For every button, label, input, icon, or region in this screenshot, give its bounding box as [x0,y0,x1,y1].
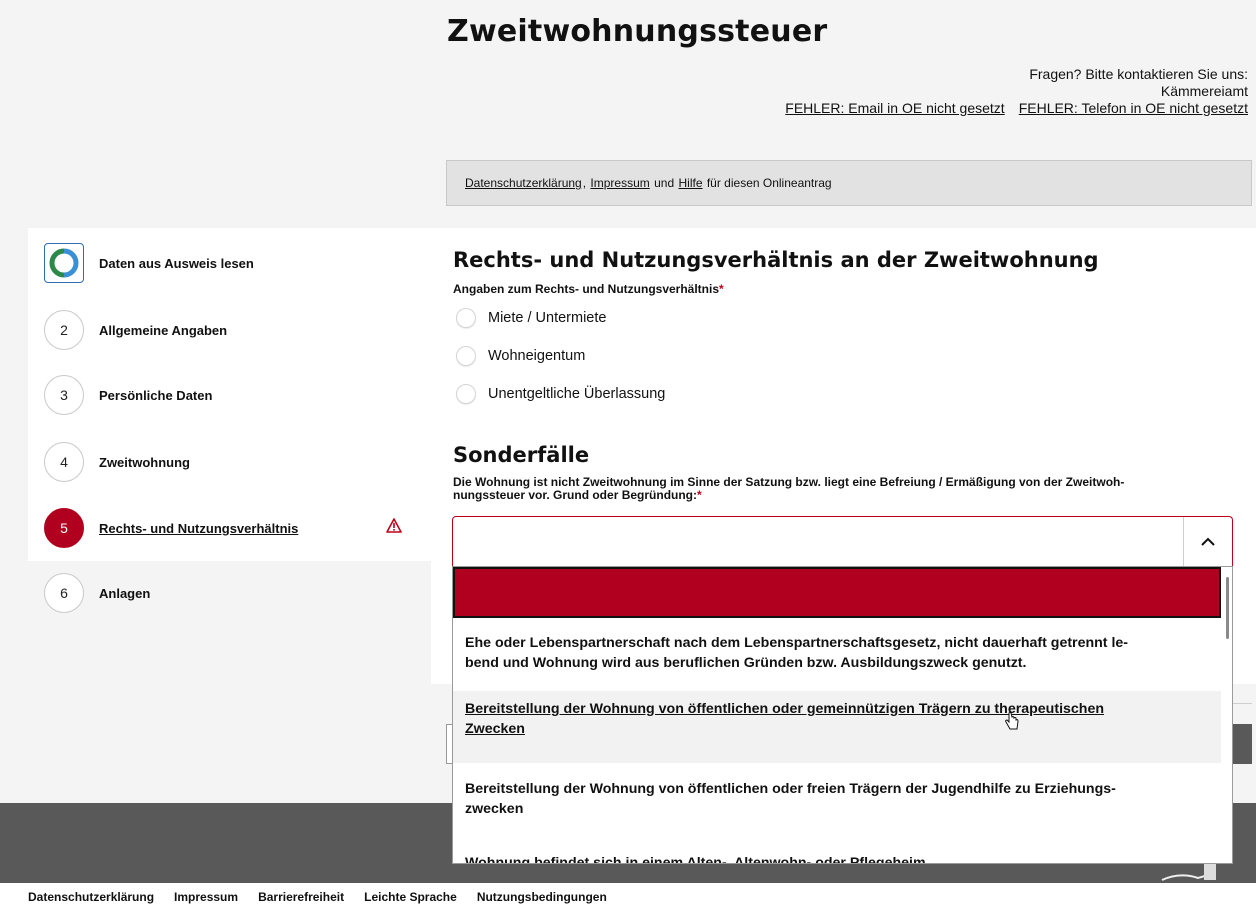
option-line: bend und Wohnung wird aus beruflichen Gr… [465,655,1027,671]
step-legal-relationship[interactable]: 5 Rechts- und Nutzungsverhältnis [44,508,414,548]
footer-link-imprint[interactable]: Impressum [174,890,238,904]
privacy-link[interactable]: Datenschutzerklärung [465,176,582,190]
step-label: Zweitwohnung [99,454,190,470]
footer-link-easy-language[interactable]: Leichte Sprache [364,890,457,904]
footer-links: Datenschutzerklärung Impressum Barrieref… [0,883,1256,910]
eid-logo-icon [44,243,84,283]
step-label: Persönliche Daten [99,387,213,403]
help-link[interactable]: Hilfe [678,176,702,190]
radio-circle[interactable] [456,308,476,328]
footer-link-accessibility[interactable]: Barrierefreiheit [258,890,344,904]
step-number: 3 [44,375,84,415]
dropdown-option[interactable]: Wohnung befindet sich in einem Alten-, A… [453,853,1221,864]
dropdown-option-empty-selected[interactable] [453,567,1221,618]
legal-question-label: Angaben zum Rechts- und Nutzungsverhältn… [453,282,724,296]
footer-link-terms[interactable]: Nutzungsbedingungen [477,890,607,904]
section-heading-legal: Rechts- und Nutzungsverhältnis an der Zw… [453,248,1099,272]
step-attachments-row: 6 Anlagen [28,561,431,621]
chevron-up-icon [1201,537,1215,546]
option-line: Bereitstellung der Wohnung von öffentlic… [465,781,1116,797]
step-label: Daten aus Ausweis lesen [99,255,254,271]
legal-question-text: Angaben zum Rechts- und Nutzungsverhältn… [453,282,720,296]
dropdown-scrollbar[interactable] [1226,577,1229,639]
dropdown-option[interactable]: Ehe oder Lebenspartnerschaft nach dem Le… [453,633,1221,673]
phone-link[interactable]: FEHLER: Telefon in OE nicht gesetzt [1019,100,1248,116]
radio-rent[interactable]: Miete / Untermiete [456,308,606,328]
step-personal[interactable]: 3 Persönliche Daten [44,375,414,415]
section-heading-special: Sonderfälle [453,443,590,467]
imprint-link[interactable]: Impressum [590,176,649,190]
hand-cursor-icon [1004,712,1020,737]
divider [1232,703,1252,704]
dropdown-option-hovered[interactable]: Bereitstellung der Wohnung von öffentlic… [453,691,1221,763]
info-bar: Datenschutzerklärung, Impressum und Hilf… [446,160,1252,206]
contact-info: Fragen? Bitte kontaktieren Sie uns: Kämm… [785,66,1248,117]
option-line: Wohnung befindet sich in einem Alten-, A… [465,855,926,864]
step-number: 4 [44,442,84,482]
footer-logo-icon [1160,862,1220,882]
step-number: 2 [44,310,84,350]
select-toggle-button[interactable] [1183,517,1232,567]
contact-line-2: Kämmereiamt [1160,83,1248,99]
dropdown-option[interactable]: Bereitstellung der Wohnung von öffentlic… [453,779,1221,819]
option-line: zwecken [465,801,524,817]
special-case-select[interactable] [452,516,1233,567]
footer-link-privacy[interactable]: Datenschutzerklärung [28,890,154,904]
infobar-and: und [654,176,675,190]
option-line: Ehe oder Lebenspartnerschaft nach dem Le… [465,635,1129,651]
radio-free-use[interactable]: Unentgeltliche Überlassung [456,384,665,404]
step-id-card[interactable]: Daten aus Ausweis lesen [44,243,414,283]
special-question-line-2: nungssteuer vor. Grund oder Begründung: [453,488,698,502]
radio-ownership[interactable]: Wohneigentum [456,346,585,366]
radio-label: Wohneigentum [488,348,586,364]
step-navigation: Daten aus Ausweis lesen 2 Allgemeine Ang… [28,228,431,561]
step-general[interactable]: 2 Allgemeine Angaben [44,310,414,350]
special-case-dropdown-list: Ehe oder Lebenspartnerschaft nach dem Le… [452,566,1233,864]
step-label: Anlagen [99,585,151,601]
email-link[interactable]: FEHLER: Email in OE nicht gesetzt [785,100,1004,116]
radio-circle[interactable] [456,384,476,404]
page-title: Zweitwohnungssteuer [447,14,828,49]
step-number: 6 [44,573,84,613]
step-label: Rechts- und Nutzungsverhältnis [99,520,299,536]
radio-label: Unentgeltliche Überlassung [488,386,666,402]
warning-icon [386,518,402,538]
infobar-comma: , [582,176,587,190]
contact-line-1: Fragen? Bitte kontaktieren Sie uns: [1029,66,1248,82]
step-second-home[interactable]: 4 Zweitwohnung [44,442,414,482]
radio-label: Miete / Untermiete [488,310,607,326]
radio-circle[interactable] [456,346,476,366]
option-line: Zwecken [465,721,525,737]
special-question-label: Die Wohnung ist nicht Zweitwohnung im Si… [453,476,1124,502]
step-number: 5 [44,508,84,548]
step-label: Allgemeine Angaben [99,322,228,338]
required-mark: * [719,282,724,296]
required-mark: * [697,488,702,502]
infobar-suffix: für diesen Onlineantrag [706,176,832,190]
step-attachments[interactable]: 6 Anlagen [44,573,414,613]
next-button[interactable] [1232,724,1252,764]
